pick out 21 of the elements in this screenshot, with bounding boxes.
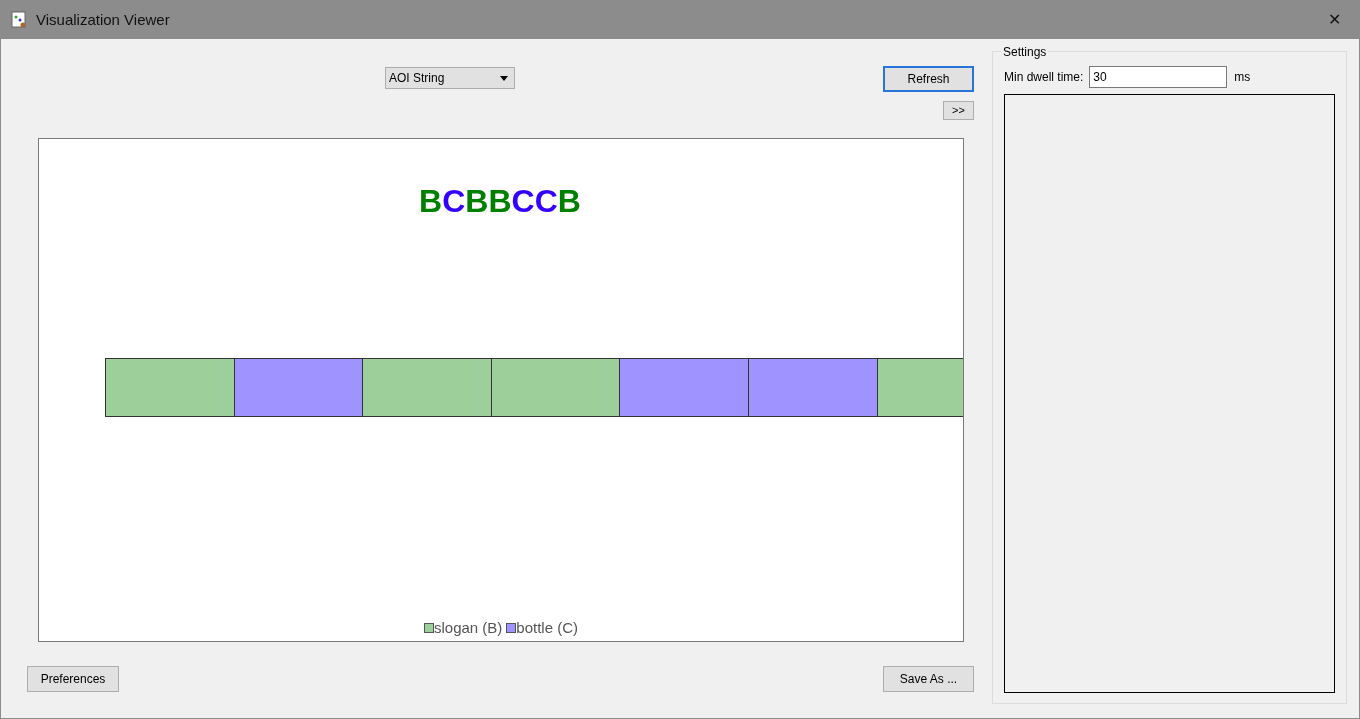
aoi-letter: B bbox=[488, 185, 512, 217]
window-title: Visualization Viewer bbox=[36, 9, 170, 30]
save-as-button[interactable]: Save As ... bbox=[883, 666, 974, 692]
expand-button[interactable]: >> bbox=[943, 101, 974, 120]
legend-label: slogan (B) bbox=[433, 617, 503, 638]
refresh-button[interactable]: Refresh bbox=[883, 66, 974, 92]
view-dropdown[interactable]: AOI String bbox=[385, 67, 515, 89]
preferences-button[interactable]: Preferences bbox=[27, 666, 119, 692]
dwell-time-field[interactable]: 30 bbox=[1089, 66, 1228, 88]
aoi-letter: B bbox=[465, 185, 489, 217]
close-button[interactable]: ✕ bbox=[1319, 8, 1349, 32]
caret-icon bbox=[500, 75, 508, 81]
aoi-letter: C bbox=[534, 185, 558, 217]
aoi-letter: C bbox=[442, 185, 466, 217]
aoi-letter: C bbox=[511, 185, 535, 217]
legend-label: bottle (C) bbox=[516, 617, 579, 638]
aoi-letter: B bbox=[419, 185, 443, 217]
aoi-letter: B bbox=[557, 185, 581, 217]
unit-label: ms bbox=[1234, 69, 1251, 86]
dwell-label: Min dwell time: bbox=[1004, 69, 1084, 86]
app-icon bbox=[11, 11, 29, 29]
